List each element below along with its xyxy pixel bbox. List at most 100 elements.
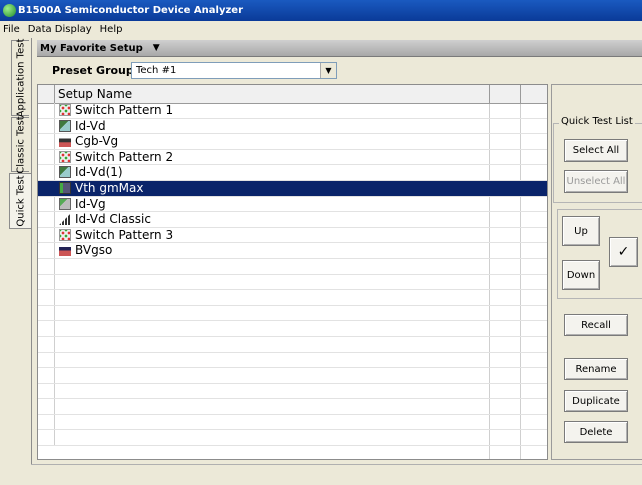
row-header-cell: [38, 103, 55, 118]
delete-button[interactable]: Delete: [564, 421, 628, 443]
tab-application-test-label: Application Test: [15, 38, 26, 118]
row-header-cell: [38, 118, 55, 134]
row-header-cell: [38, 134, 55, 149]
table-row[interactable]: [38, 258, 547, 275]
header-corner: [38, 85, 55, 103]
row-header-cell: [38, 290, 55, 305]
table-row[interactable]: Switch Pattern 2: [38, 149, 547, 166]
table-row[interactable]: Switch Pattern 1: [38, 103, 547, 119]
recall-button[interactable]: Recall: [564, 314, 628, 336]
row-header-cell: [38, 227, 55, 243]
dropdown-arrow-icon[interactable]: ▼: [153, 43, 160, 53]
table-row[interactable]: [38, 290, 547, 306]
quick-test-list-legend: Quick Test List: [559, 116, 635, 127]
table-row[interactable]: Vth gmMax: [38, 180, 547, 197]
preset-group-label: Preset Group:: [52, 64, 139, 77]
section-title: My Favorite Setup: [40, 42, 143, 54]
row-header-cell: [38, 258, 55, 274]
setup-name: Id-Vd Classic: [75, 212, 151, 227]
setup-name: Vth gmMax: [75, 180, 144, 195]
table-row[interactable]: Id-Vd Classic: [38, 212, 547, 228]
up-button[interactable]: Up: [562, 216, 600, 246]
table-row[interactable]: [38, 368, 547, 384]
menu-data-display[interactable]: Data Display: [24, 24, 96, 35]
favorite-setup-bar[interactable]: My Favorite Setup ▼: [37, 40, 642, 57]
row-header-cell: [38, 196, 55, 212]
preset-group-select[interactable]: Tech #1 ▼: [131, 62, 337, 79]
menu-bar: File Data Display Help: [0, 21, 642, 38]
preset-group-value: Tech #1: [136, 65, 177, 76]
menu-file[interactable]: File: [0, 24, 24, 35]
switch-pattern-icon: [59, 150, 71, 163]
column-header-setup-name[interactable]: Setup Name: [55, 85, 490, 103]
table-row[interactable]: Switch Pattern 3: [38, 227, 547, 244]
switch-pattern-icon: [59, 104, 71, 116]
table-row[interactable]: Cgb-Vg: [38, 134, 547, 150]
table-row[interactable]: Id-Vg: [38, 196, 547, 213]
row-header-cell: [38, 352, 55, 368]
tab-classic-test-label: Classic Test: [15, 115, 26, 174]
row-header-cell: [38, 383, 55, 399]
table-row[interactable]: [38, 383, 547, 400]
table-row[interactable]: [38, 430, 547, 447]
setup-name: Switch Pattern 3: [75, 227, 174, 242]
status-bar: [31, 464, 642, 485]
id-vd-icon: [59, 166, 71, 179]
row-header-cell: [38, 305, 55, 321]
row-header-cell: [38, 165, 55, 180]
setup-grid: Setup Name Switch Pattern 1 Id-Vd Cgb-Vg Sw…: [37, 84, 548, 460]
title-bar: B1500A Semiconductor Device Analyzer: [0, 0, 642, 21]
tab-quick-test[interactable]: Quick Test: [9, 173, 31, 229]
row-header-cell: [38, 149, 55, 165]
table-row[interactable]: Id-Vd: [38, 118, 547, 135]
select-all-button[interactable]: Select All: [564, 139, 628, 162]
vth-icon: [59, 181, 71, 194]
down-button[interactable]: Down: [562, 260, 600, 290]
unselect-all-button[interactable]: Unselect All: [564, 170, 628, 193]
row-header-cell: [38, 274, 55, 290]
table-row[interactable]: [38, 399, 547, 415]
row-header-cell: [38, 430, 55, 446]
classic-bars-icon: [59, 213, 71, 226]
table-row[interactable]: [38, 414, 547, 431]
table-row[interactable]: BVgso: [38, 243, 547, 259]
cv-icon: [59, 135, 71, 148]
setup-name: Id-Vd: [75, 118, 106, 133]
window-title: B1500A Semiconductor Device Analyzer: [18, 5, 243, 16]
id-vd-icon: [59, 119, 71, 132]
row-header-cell: [38, 243, 55, 258]
setup-name: Switch Pattern 1: [75, 103, 174, 117]
table-row[interactable]: [38, 274, 547, 291]
row-header-cell: [38, 368, 55, 383]
table-row[interactable]: Id-Vd(1): [38, 165, 547, 181]
row-header-cell: [38, 180, 55, 196]
table-row[interactable]: [38, 352, 547, 369]
setup-name: Id-Vg: [75, 196, 106, 211]
menu-help[interactable]: Help: [96, 24, 127, 35]
switch-pattern-icon: [59, 228, 71, 241]
row-header-cell: [38, 399, 55, 414]
table-row[interactable]: [38, 305, 547, 322]
tab-classic-test[interactable]: Classic Test: [11, 115, 29, 174]
checkmark-icon[interactable]: ✓: [609, 237, 638, 267]
setup-name: BVgso: [75, 243, 113, 258]
tab-quick-test-label: Quick Test: [15, 175, 26, 227]
tab-application-test[interactable]: Application Test: [11, 38, 29, 118]
duplicate-button[interactable]: Duplicate: [564, 390, 628, 412]
row-header-cell: [38, 414, 55, 430]
row-header-cell: [38, 321, 55, 336]
setup-name: Id-Vd(1): [75, 165, 123, 180]
table-row[interactable]: [38, 336, 547, 353]
id-vg-icon: [59, 197, 71, 210]
grid-header: Setup Name: [38, 85, 547, 104]
column-header-blank: [490, 85, 521, 103]
chevron-down-icon[interactable]: ▼: [320, 63, 336, 78]
rename-button[interactable]: Rename: [564, 358, 628, 380]
grid-rows: Switch Pattern 1 Id-Vd Cgb-Vg Switch Patter…: [38, 103, 547, 447]
bv-icon: [59, 244, 71, 257]
row-header-cell: [38, 336, 55, 352]
setup-name: Cgb-Vg: [75, 134, 119, 149]
app-logo-icon: [3, 4, 16, 17]
setup-name: Switch Pattern 2: [75, 149, 174, 164]
table-row[interactable]: [38, 321, 547, 337]
